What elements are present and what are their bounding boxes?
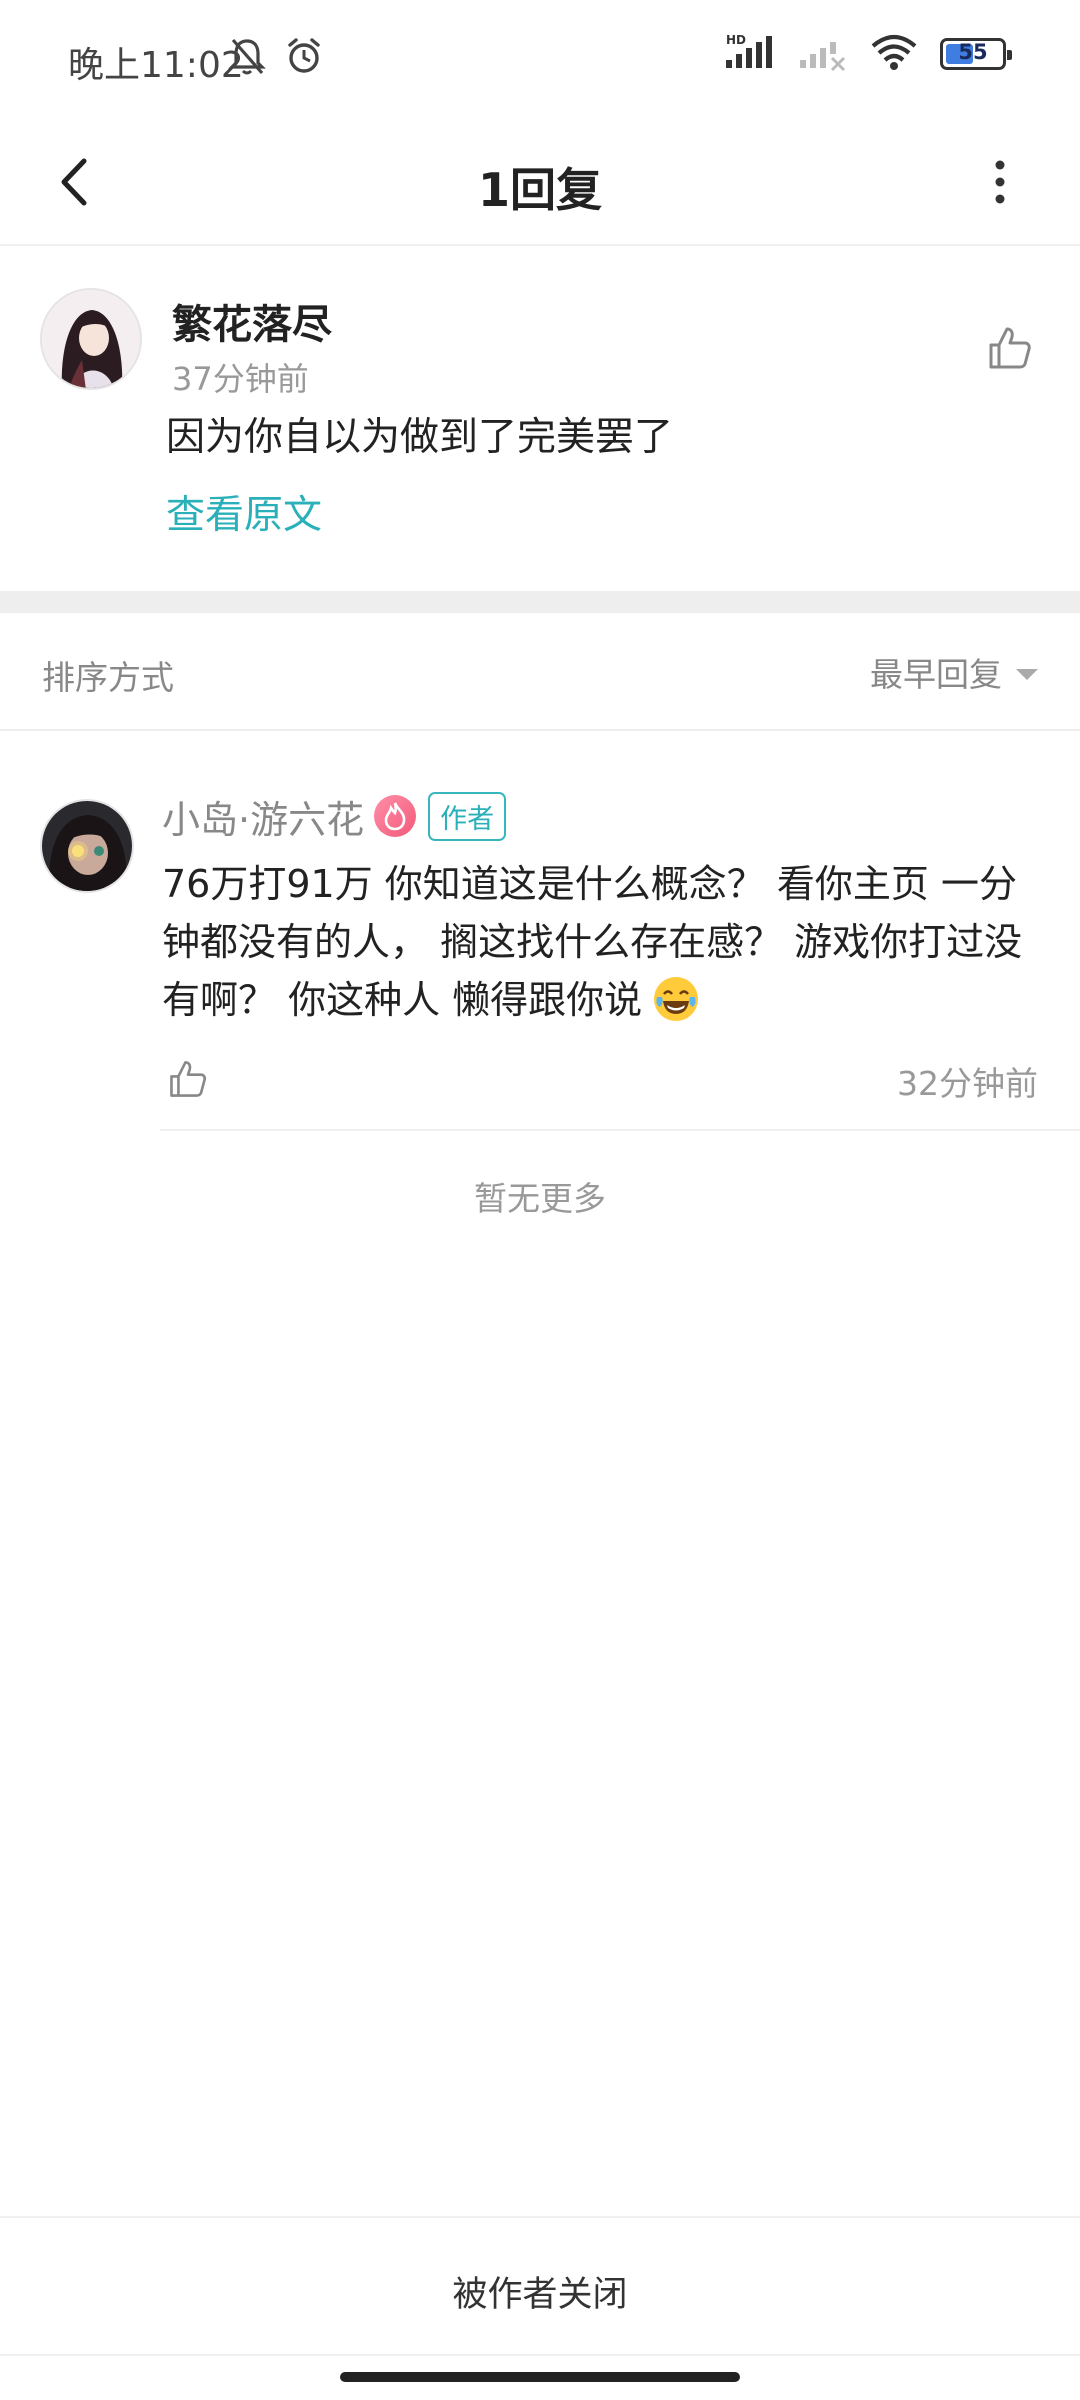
svg-text:HD: HD: [726, 33, 746, 47]
fire-badge-icon: [374, 795, 417, 837]
sort-label: 排序方式: [42, 658, 174, 697]
battery-icon: 55: [940, 38, 1012, 70]
laughing-tears-emoji-icon: [654, 977, 699, 1021]
thumbs-up-icon: [170, 1061, 207, 1097]
sort-dropdown[interactable]: 最早回复: [870, 645, 1038, 699]
divider: [160, 1129, 1080, 1131]
reply-text: 76万打91万 你知道这是什么概念？ 看你主页 一分钟都没有的人， 搁这找什么存…: [162, 862, 1023, 1022]
closed-by-author-text: 被作者关闭: [452, 2275, 628, 2315]
battery-percent: 55: [958, 40, 988, 64]
alarm-icon: [284, 36, 324, 80]
thumbs-up-icon: [989, 327, 1031, 369]
avatar[interactable]: [40, 799, 134, 893]
like-button[interactable]: [160, 1051, 216, 1107]
sort-selected-value: 最早回复: [870, 655, 1002, 694]
mute-bell-icon: [228, 36, 266, 80]
more-vertical-icon: [995, 160, 1005, 204]
more-button[interactable]: [960, 142, 1040, 222]
status-time: 晚上11:02: [68, 45, 244, 86]
no-signal-icon: [798, 32, 848, 76]
home-indicator[interactable]: [340, 2372, 740, 2382]
avatar[interactable]: [40, 288, 142, 390]
sort-bar: 排序方式 最早回复: [0, 613, 1080, 731]
no-more-text: 暂无更多: [474, 1179, 606, 1218]
username[interactable]: 繁花落尽: [172, 292, 332, 350]
original-comment: 繁花落尽 37分钟前 因为你自以为做到了完美罢了 查看原文: [0, 246, 1080, 591]
hd-signal-icon: HD: [724, 32, 776, 76]
author-badge: 作者: [428, 791, 507, 841]
section-divider: [0, 591, 1080, 613]
page-title: 1回复: [477, 163, 602, 217]
dropdown-arrow-icon: [1016, 668, 1038, 680]
like-button[interactable]: [974, 312, 1046, 384]
reply-time: 32分钟前: [897, 1064, 1038, 1103]
status-bar: 晚上11:02 HD 55: [0, 0, 1080, 118]
top-bar: 1回复: [0, 118, 1080, 246]
comment-text: 因为你自以为做到了完美罢了: [166, 415, 674, 460]
username[interactable]: 小岛·游六花: [162, 789, 364, 844]
bottom-bar: 被作者关闭: [0, 2216, 1080, 2356]
reply-item: 小岛·游六花 作者 76万打91万 你知道这是什么概念？ 看你主页 一分钟都没有…: [0, 733, 1080, 1131]
comment-time: 37分钟前: [172, 360, 309, 398]
wifi-icon: [870, 32, 918, 76]
view-original-link[interactable]: 查看原文: [166, 484, 322, 540]
